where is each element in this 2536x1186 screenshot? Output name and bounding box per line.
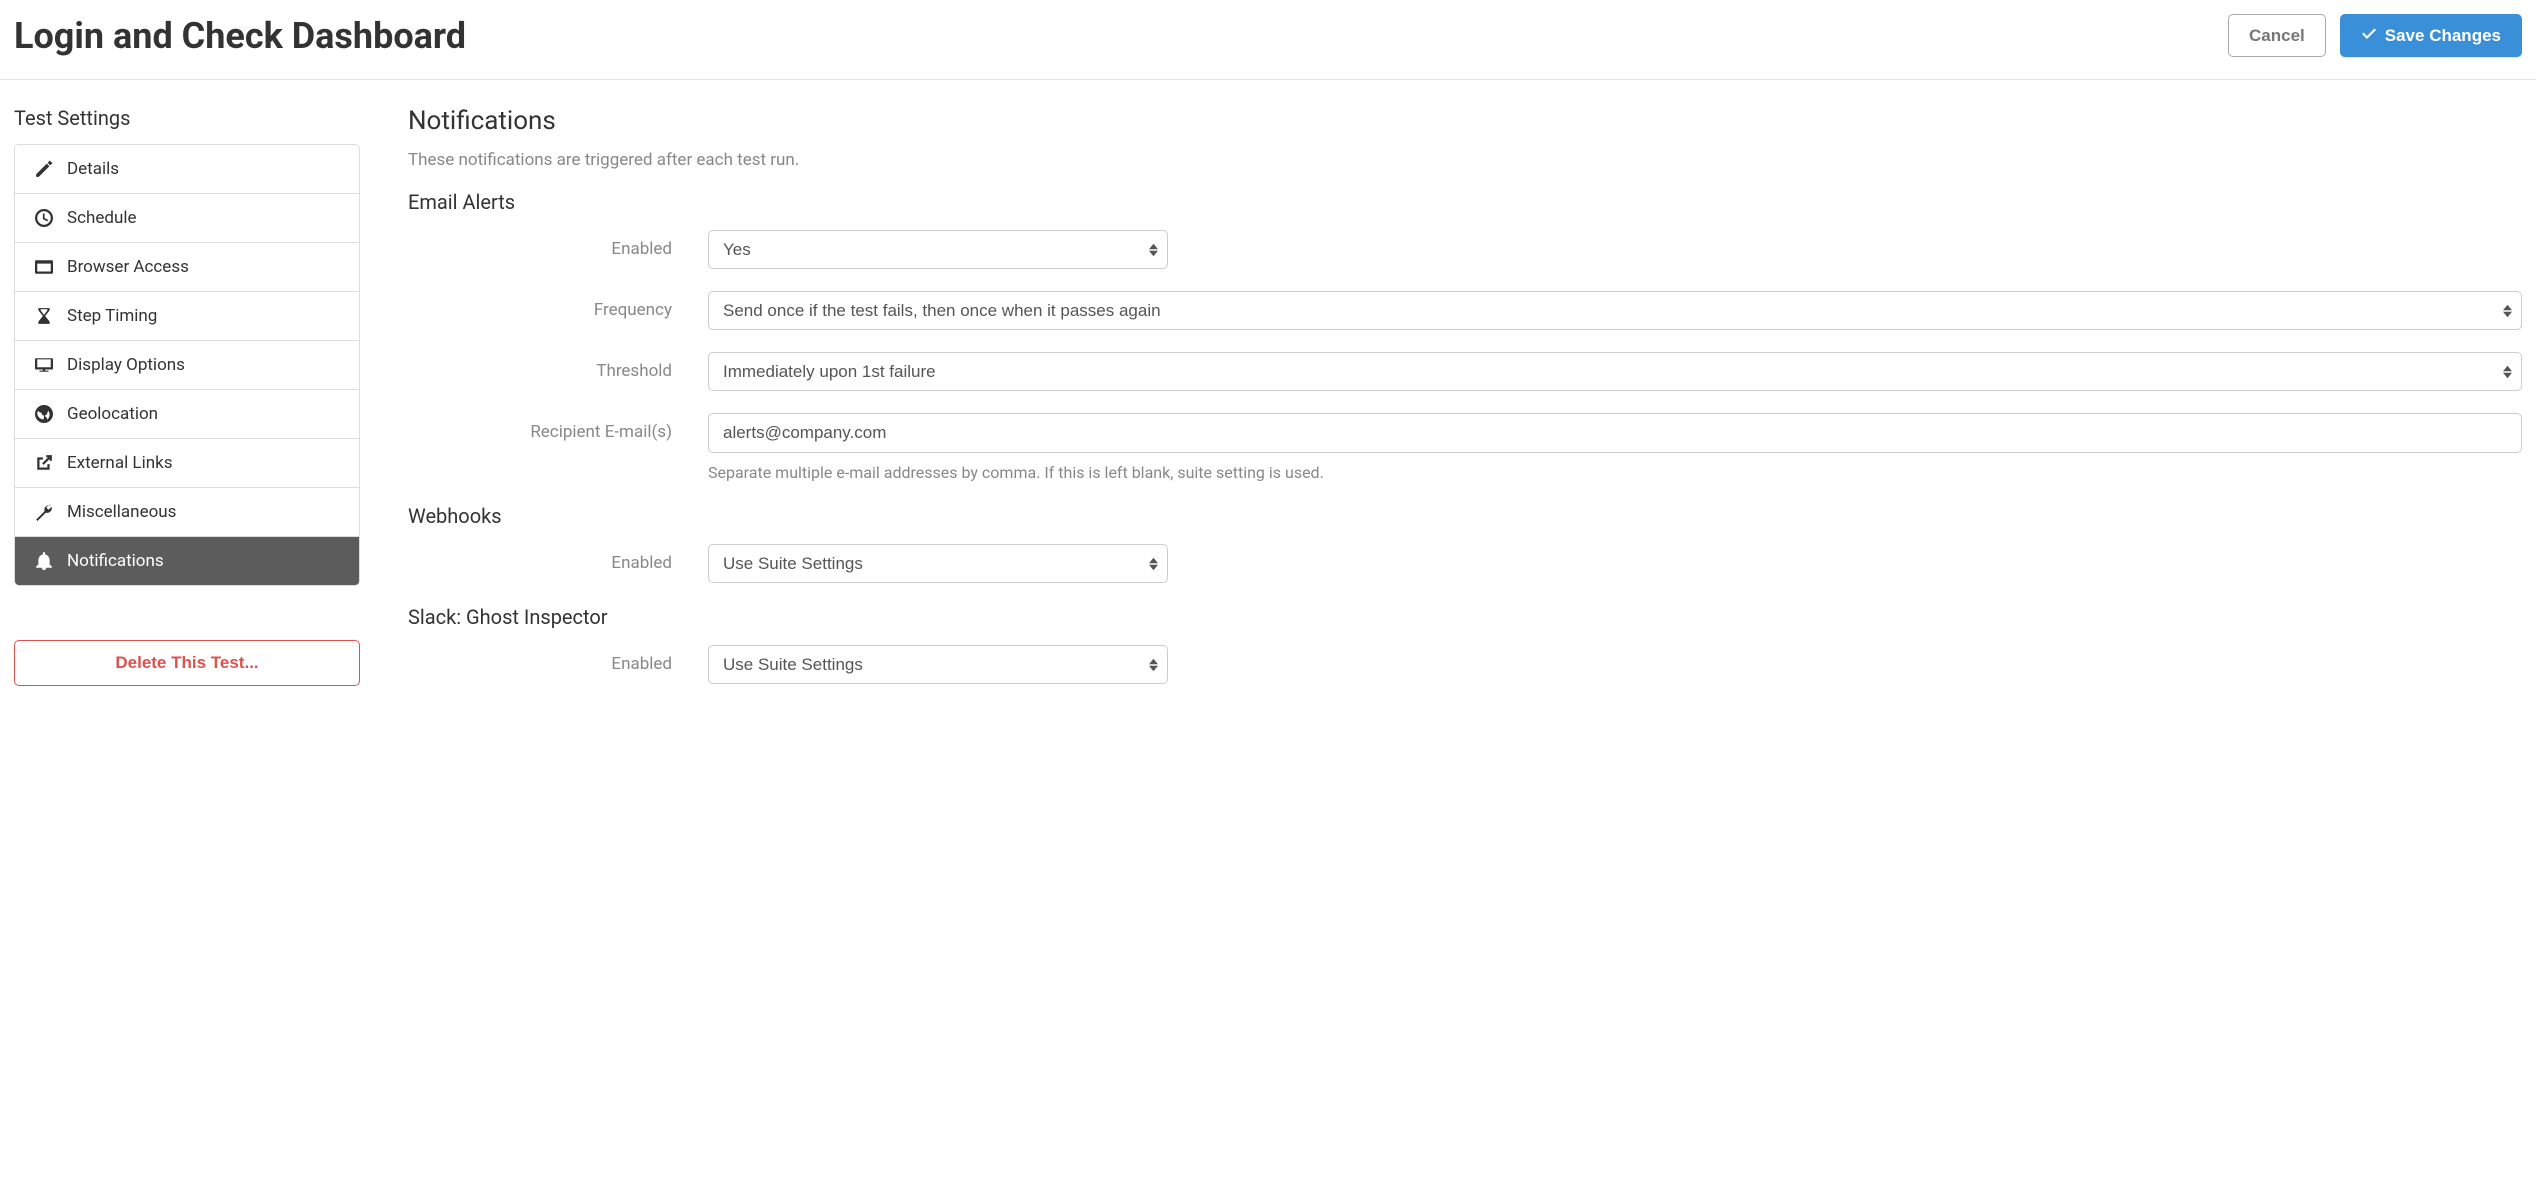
webhooks-enabled-row: Enabled Use Suite Settings <box>408 544 2522 583</box>
sidebar-title: Test Settings <box>14 106 360 130</box>
email-recipients-input[interactable] <box>708 413 2522 453</box>
webhooks-enabled-select[interactable]: Use Suite Settings <box>708 544 1168 583</box>
email-threshold-select[interactable]: Immediately upon 1st failure <box>708 352 2522 391</box>
globe-icon <box>35 405 53 423</box>
cancel-button-label: Cancel <box>2249 26 2305 46</box>
delete-test-label: Delete This Test... <box>115 653 258 672</box>
wrench-icon <box>35 503 53 521</box>
check-icon <box>2361 25 2377 46</box>
sidebar-item-external-links[interactable]: External Links <box>15 439 359 488</box>
notifications-heading: Notifications <box>408 106 2522 136</box>
cancel-button[interactable]: Cancel <box>2228 14 2326 57</box>
bell-icon <box>35 552 53 570</box>
sidebar-item-label: Notifications <box>67 551 164 571</box>
external-link-icon <box>35 454 53 472</box>
slack-enabled-label: Enabled <box>408 645 708 674</box>
clock-icon <box>35 209 53 227</box>
sidebar-nav: Details Schedule Browser Access Step Tim… <box>14 144 360 586</box>
email-frequency-label: Frequency <box>408 291 708 320</box>
sidebar-item-details[interactable]: Details <box>15 145 359 194</box>
email-enabled-row: Enabled Yes <box>408 230 2522 269</box>
sidebar: Test Settings Details Schedule Browser A… <box>14 106 360 706</box>
sidebar-item-browser-access[interactable]: Browser Access <box>15 243 359 292</box>
slack-heading: Slack: Ghost Inspector <box>408 605 2522 629</box>
header-actions: Cancel Save Changes <box>2228 14 2522 57</box>
hourglass-icon <box>35 307 53 325</box>
email-recipients-row: Recipient E-mail(s) Separate multiple e-… <box>408 413 2522 482</box>
email-alerts-heading: Email Alerts <box>408 190 2522 214</box>
sidebar-item-display-options[interactable]: Display Options <box>15 341 359 390</box>
email-recipients-label: Recipient E-mail(s) <box>408 413 708 442</box>
sidebar-item-label: Miscellaneous <box>67 502 176 522</box>
email-frequency-select[interactable]: Send once if the test fails, then once w… <box>708 291 2522 330</box>
delete-test-button[interactable]: Delete This Test... <box>14 640 360 686</box>
save-button[interactable]: Save Changes <box>2340 14 2522 57</box>
sidebar-item-schedule[interactable]: Schedule <box>15 194 359 243</box>
email-threshold-label: Threshold <box>408 352 708 381</box>
sidebar-item-label: Geolocation <box>67 404 158 424</box>
webhooks-heading: Webhooks <box>408 504 2522 528</box>
email-recipients-help: Separate multiple e-mail addresses by co… <box>708 463 2522 482</box>
sidebar-item-step-timing[interactable]: Step Timing <box>15 292 359 341</box>
sidebar-item-label: Display Options <box>67 355 185 375</box>
content: Test Settings Details Schedule Browser A… <box>0 80 2536 732</box>
email-frequency-row: Frequency Send once if the test fails, t… <box>408 291 2522 330</box>
webhooks-enabled-label: Enabled <box>408 544 708 573</box>
notifications-description: These notifications are triggered after … <box>408 150 2522 170</box>
sidebar-item-notifications[interactable]: Notifications <box>15 537 359 585</box>
sidebar-item-geolocation[interactable]: Geolocation <box>15 390 359 439</box>
sidebar-item-label: Browser Access <box>67 257 189 277</box>
slack-enabled-select[interactable]: Use Suite Settings <box>708 645 1168 684</box>
slack-enabled-row: Enabled Use Suite Settings <box>408 645 2522 684</box>
monitor-icon <box>35 356 53 374</box>
save-button-label: Save Changes <box>2385 26 2501 46</box>
sidebar-item-label: Details <box>67 159 119 179</box>
sidebar-item-label: External Links <box>67 453 173 473</box>
pencil-icon <box>35 160 53 178</box>
main-panel: Notifications These notifications are tr… <box>408 106 2522 706</box>
browser-icon <box>35 258 53 276</box>
email-threshold-row: Threshold Immediately upon 1st failure <box>408 352 2522 391</box>
page-header: Login and Check Dashboard Cancel Save Ch… <box>0 0 2536 80</box>
page-title: Login and Check Dashboard <box>14 15 466 57</box>
sidebar-item-label: Schedule <box>67 208 136 228</box>
email-enabled-select[interactable]: Yes <box>708 230 1168 269</box>
email-enabled-label: Enabled <box>408 230 708 259</box>
sidebar-item-label: Step Timing <box>67 306 157 326</box>
sidebar-item-miscellaneous[interactable]: Miscellaneous <box>15 488 359 537</box>
